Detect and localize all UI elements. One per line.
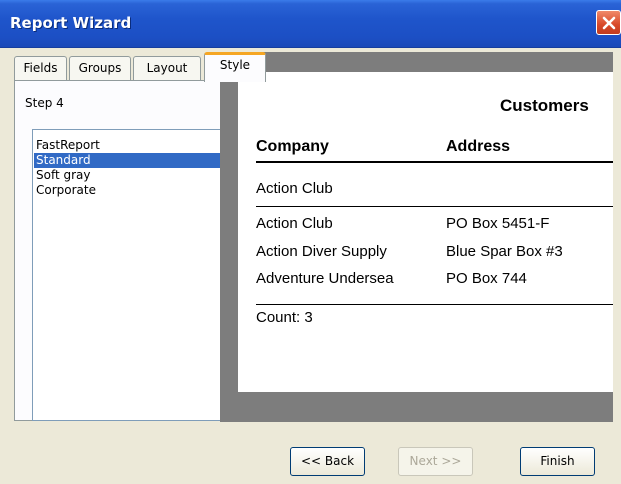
tab-style[interactable]: Style <box>204 52 266 82</box>
finish-button[interactable]: Finish <box>520 447 595 476</box>
list-item[interactable]: Soft gray <box>34 168 223 183</box>
style-list[interactable]: FastReport Standard Soft gray Corporate <box>32 129 225 421</box>
row-address: PO Box 744 <box>446 270 527 287</box>
report-title: Customers <box>500 96 589 115</box>
header-divider <box>256 161 613 163</box>
row-company: Adventure Undersea <box>256 270 394 287</box>
back-button[interactable]: << Back <box>290 447 365 476</box>
close-button[interactable] <box>596 10 621 35</box>
window-title: Report Wizard <box>10 14 132 32</box>
list-item[interactable]: Corporate <box>34 183 223 198</box>
title-bar: Report Wizard <box>0 0 621 48</box>
tab-groups[interactable]: Groups <box>69 56 131 80</box>
group-header: Action Club <box>256 180 333 197</box>
next-button[interactable]: Next >> <box>398 447 473 476</box>
close-icon <box>602 16 616 30</box>
step-label: Step 4 <box>25 96 64 110</box>
list-item[interactable]: FastReport <box>34 138 223 153</box>
list-item-selected[interactable]: Standard <box>34 153 223 168</box>
footer-divider <box>256 304 613 305</box>
column-header-company: Company <box>256 138 329 155</box>
preview-page: Customers Company Address Action Club Ac… <box>238 72 613 392</box>
style-preview: Customers Company Address Action Club Ac… <box>220 52 613 422</box>
tab-layout[interactable]: Layout <box>133 56 201 80</box>
tab-fields[interactable]: Fields <box>14 56 67 80</box>
row-address: Blue Spar Box #3 <box>446 243 563 260</box>
column-header-address: Address <box>446 138 511 155</box>
row-company: Action Club <box>256 215 333 232</box>
row-company: Action Diver Supply <box>256 243 387 260</box>
row-address: PO Box 5451-F <box>446 215 550 232</box>
group-divider <box>256 206 613 207</box>
group-footer: Count: 3 <box>256 309 313 326</box>
